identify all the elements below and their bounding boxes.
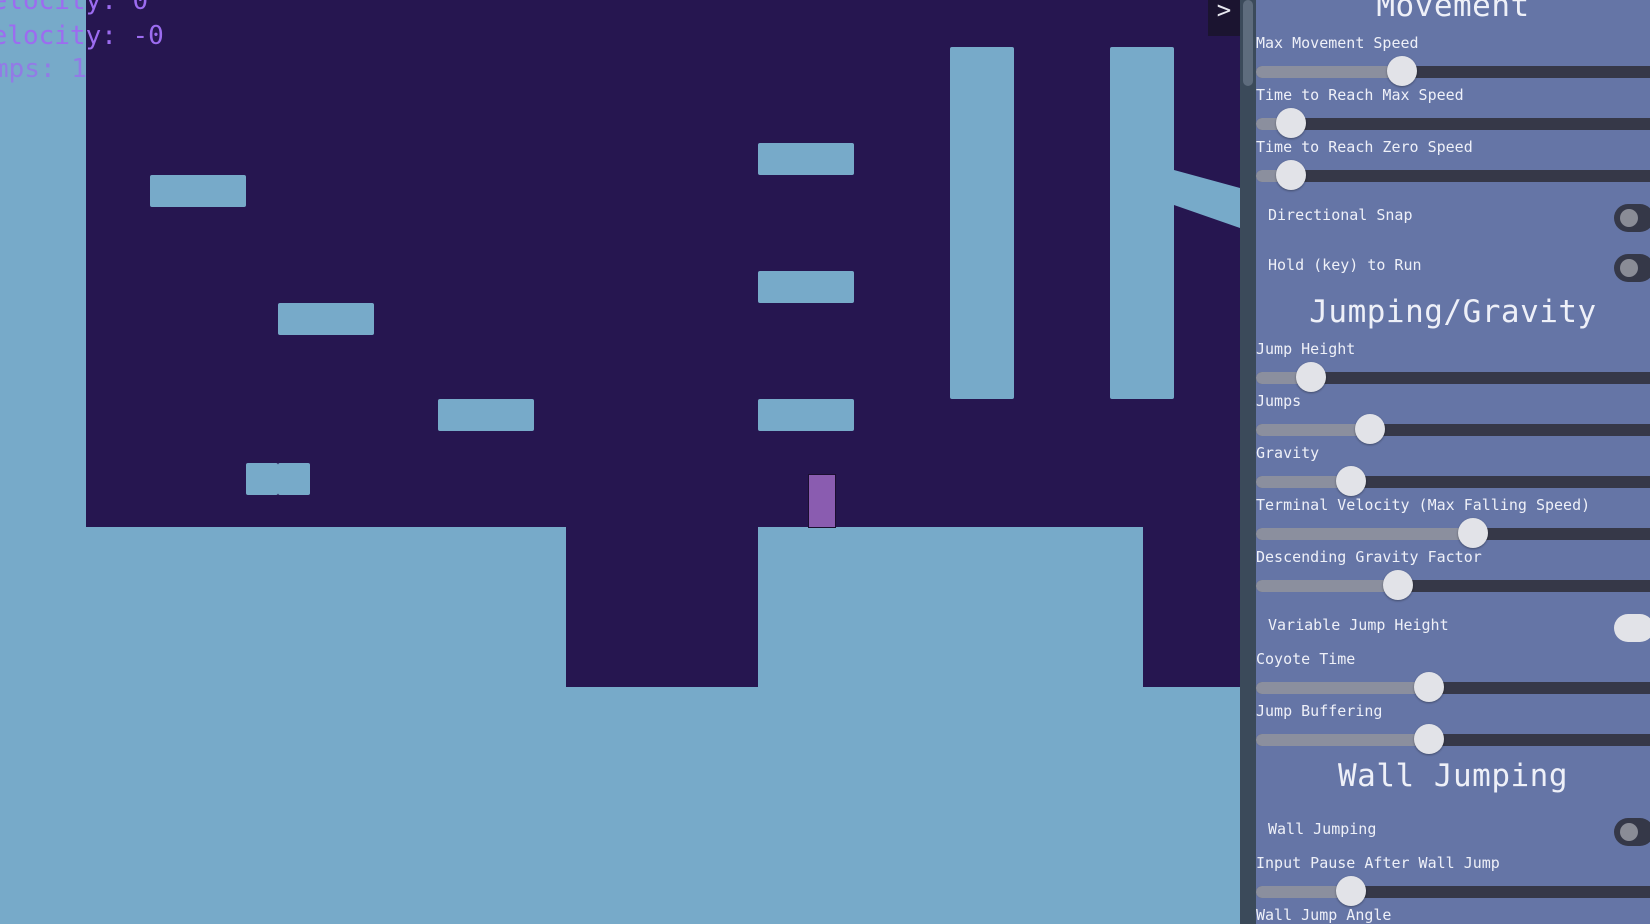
decel-time-slider[interactable]: [1256, 160, 1650, 190]
slider-knob[interactable]: [1382, 570, 1413, 600]
slider-knob[interactable]: [1276, 108, 1307, 138]
accel-time-slider[interactable]: [1256, 108, 1650, 138]
gravity-slider[interactable]: [1256, 466, 1650, 496]
wall-jump-angle-label: Wall Jump Angle: [1256, 906, 1392, 924]
slider-knob[interactable]: [1457, 518, 1488, 548]
player-character: [808, 474, 836, 528]
slider-knob[interactable]: [1386, 56, 1417, 86]
variable-jump-height-label: Variable Jump Height: [1268, 616, 1449, 634]
descending-gravity-label: Descending Gravity Factor: [1256, 548, 1482, 566]
movement-section-title: Movement: [1376, 0, 1530, 24]
max-speed-label: Max Movement Speed: [1256, 34, 1419, 52]
collapse-panel-button[interactable]: >: [1208, 0, 1240, 36]
slider-knob[interactable]: [1414, 724, 1445, 754]
gravity-label: Gravity: [1256, 444, 1320, 462]
hold-to-run-toggle[interactable]: [1614, 254, 1650, 282]
slider-knob[interactable]: [1335, 876, 1366, 906]
jumps-readout: mps: 1: [0, 54, 87, 84]
ramp: [1174, 170, 1240, 228]
coyote-time-slider[interactable]: [1256, 672, 1650, 702]
decel-time-label: Time to Reach Zero Speed: [1256, 138, 1473, 156]
y-velocity-readout: Velocity: -0: [0, 21, 164, 51]
terminal-velocity-slider[interactable]: [1256, 518, 1650, 548]
terminal-velocity-label: Terminal Velocity (Max Falling Speed): [1256, 496, 1591, 514]
game-viewport[interactable]: Velocity: 0 Velocity: -0 mps: 1 >: [0, 0, 1240, 924]
slider-knob[interactable]: [1414, 672, 1445, 702]
jumps-slider[interactable]: [1256, 414, 1650, 444]
slider-knob[interactable]: [1335, 466, 1366, 496]
jump-height-slider[interactable]: [1256, 362, 1650, 392]
directional-snap-label: Directional Snap: [1268, 206, 1413, 224]
wall-jumping-toggle[interactable]: [1614, 818, 1650, 846]
directional-snap-toggle[interactable]: [1614, 204, 1650, 232]
variable-jump-height-toggle[interactable]: [1614, 614, 1650, 642]
jumps-label: Jumps: [1256, 392, 1302, 410]
max-speed-slider[interactable]: [1256, 56, 1650, 86]
descending-gravity-slider[interactable]: [1256, 570, 1650, 600]
accel-time-label: Time to Reach Max Speed: [1256, 86, 1464, 104]
coyote-time-label: Coyote Time: [1256, 650, 1356, 668]
jump-height-label: Jump Height: [1256, 340, 1356, 358]
slider-knob[interactable]: [1355, 414, 1386, 444]
panel-scroll-thumb[interactable]: [1243, 0, 1253, 86]
chevron-right-icon: >: [1216, 0, 1232, 24]
jump-buffering-slider[interactable]: [1256, 724, 1650, 754]
x-velocity-readout: Velocity: 0: [0, 0, 149, 16]
slider-knob[interactable]: [1276, 160, 1307, 190]
wall-jumping-label: Wall Jumping: [1268, 820, 1377, 838]
jumping-section-title: Jumping/Gravity: [1309, 294, 1597, 330]
wall-jumping-section-title: Wall Jumping: [1338, 758, 1568, 794]
input-pause-slider[interactable]: [1256, 876, 1650, 906]
panel-scrollbar[interactable]: [1240, 0, 1256, 924]
input-pause-label: Input Pause After Wall Jump: [1256, 854, 1500, 872]
hold-to-run-label: Hold (key) to Run: [1268, 256, 1422, 274]
jump-buffering-label: Jump Buffering: [1256, 702, 1383, 720]
settings-panel: Movement Max Movement Speed Time to Reac…: [1256, 0, 1650, 924]
slider-knob[interactable]: [1296, 362, 1327, 392]
